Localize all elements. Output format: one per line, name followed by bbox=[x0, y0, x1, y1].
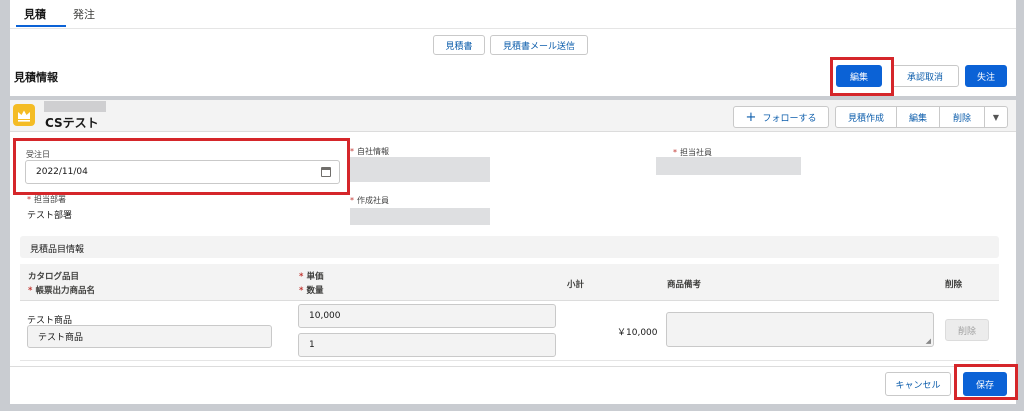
row-unit-price-input[interactable]: 10,000 bbox=[298, 304, 556, 328]
edit-button-highlight bbox=[830, 57, 894, 96]
record-delete-button[interactable]: 削除 bbox=[939, 106, 985, 128]
department-value: テスト部署 bbox=[27, 211, 73, 221]
tab-quote[interactable]: 見積 bbox=[24, 6, 46, 22]
department-label: * 担当部署 bbox=[27, 195, 66, 204]
tab-order[interactable]: 発注 bbox=[73, 6, 95, 22]
record-name: CSテスト bbox=[45, 116, 99, 130]
items-section-header bbox=[20, 236, 999, 258]
row-subtotal: ￥10,000 bbox=[617, 328, 658, 338]
follow-button[interactable]: + フォローする bbox=[733, 106, 829, 128]
cancel-button[interactable]: キャンセル bbox=[885, 372, 951, 396]
plus-icon: + bbox=[745, 109, 757, 125]
company-info-label: * 自社情報 bbox=[350, 147, 389, 156]
items-table-header bbox=[20, 264, 999, 301]
col-quantity: * 数量 bbox=[299, 286, 324, 296]
row-print-name-input[interactable]: テスト商品 bbox=[27, 325, 272, 348]
resize-handle-icon: ◢ bbox=[925, 337, 931, 345]
company-info-value bbox=[350, 157, 490, 182]
row-remarks-textarea[interactable]: ◢ bbox=[666, 312, 934, 347]
quote-doc-button[interactable]: 見積書 bbox=[433, 35, 485, 55]
row-quantity-input[interactable]: 1 bbox=[298, 333, 556, 357]
creator-label: * 作成社員 bbox=[350, 196, 389, 205]
items-section-title: 見積品目情報 bbox=[30, 245, 85, 255]
col-remarks: 商品備考 bbox=[667, 280, 702, 290]
approve-cancel-button[interactable]: 承認取消 bbox=[891, 65, 959, 87]
col-unit-price: * 単価 bbox=[299, 272, 324, 282]
chevron-down-icon: ▼ bbox=[992, 112, 1000, 122]
tab-quote-underline bbox=[16, 25, 66, 27]
record-type-placeholder bbox=[44, 101, 106, 112]
tab-divider bbox=[10, 28, 1016, 29]
row-delete-button[interactable]: 削除 bbox=[945, 319, 989, 341]
col-print-name: * 帳票出力商品名 bbox=[28, 286, 95, 296]
order-date-highlight bbox=[13, 138, 350, 195]
save-button-highlight bbox=[954, 364, 1018, 400]
more-actions-button[interactable]: ▼ bbox=[984, 106, 1008, 128]
col-delete: 削除 bbox=[945, 280, 963, 290]
create-quote-button[interactable]: 見積作成 bbox=[835, 106, 897, 128]
record-edit-button[interactable]: 編集 bbox=[896, 106, 940, 128]
crown-icon bbox=[13, 104, 35, 126]
lost-button[interactable]: 失注 bbox=[965, 65, 1007, 87]
col-catalog: カタログ品目 bbox=[28, 272, 80, 282]
staff-value bbox=[656, 157, 801, 175]
footer-divider bbox=[10, 366, 1016, 367]
col-subtotal: 小計 bbox=[567, 280, 585, 290]
row-divider bbox=[20, 360, 999, 361]
quote-email-button[interactable]: 見積書メール送信 bbox=[490, 35, 588, 55]
section-title: 見積情報 bbox=[14, 71, 58, 84]
creator-value bbox=[350, 208, 490, 225]
